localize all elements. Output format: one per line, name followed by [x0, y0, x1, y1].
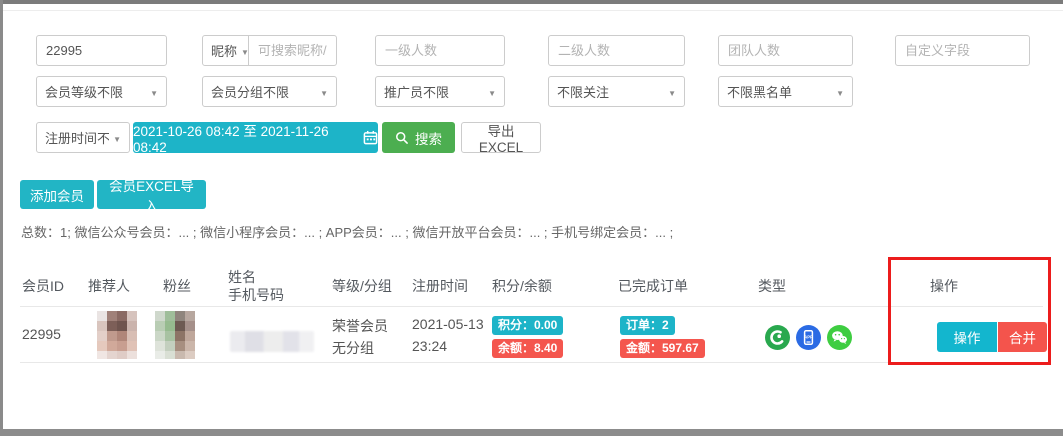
- blacklist-select[interactable]: 不限黑名单: [718, 76, 853, 107]
- cell-reg-date: 2021-05-13: [412, 316, 484, 332]
- col-header-referrer: 推荐人: [88, 276, 130, 296]
- chevron-down-icon: [150, 84, 158, 99]
- search-icon: [395, 131, 409, 145]
- window-frame-bottom: [0, 429, 1063, 436]
- col-header-type: 类型: [758, 276, 786, 296]
- col-header-fans: 粉丝: [163, 276, 191, 296]
- date-range-picker[interactable]: 2021-10-26 08:42 至 2021-11-26 08:42: [133, 122, 378, 153]
- team-count-input[interactable]: [718, 35, 853, 66]
- amount-badge: 金额：597.67: [620, 339, 705, 358]
- window-frame-top: [0, 0, 1063, 4]
- reg-time-value: 注册时间不限: [45, 128, 109, 147]
- date-range-value: 2021-10-26 08:42 至 2021-11-26 08:42: [133, 120, 356, 155]
- name-phone-redacted: [230, 331, 314, 352]
- divider: [3, 10, 1063, 11]
- points-badge: 积分：0.00: [492, 316, 563, 335]
- reg-time-select[interactable]: 注册时间不限: [36, 122, 130, 153]
- member-level-value: 会员等级不限: [45, 82, 123, 101]
- promoter-select[interactable]: 推广员不限: [375, 76, 505, 107]
- chevron-down-icon: [320, 84, 328, 99]
- col-header-member-id: 会员ID: [22, 276, 64, 296]
- follow-select[interactable]: 不限关注: [548, 76, 685, 107]
- custom-field-input[interactable]: [895, 35, 1030, 66]
- add-member-label: 添加会员: [30, 185, 84, 205]
- cell-member-id: 22995: [22, 326, 61, 342]
- summary-line: 总数：1; 微信公众号会员：... ; 微信小程序会员：... ; APP会员：…: [21, 222, 673, 241]
- balance-badge: 余额：8.40: [492, 339, 563, 358]
- col-header-name: 姓名: [228, 267, 256, 287]
- chevron-down-icon: [113, 130, 121, 145]
- member-admin-page: 昵称 会员等级不限 会员分组不限 推广员不限 不限关注 不限黑名单 注册时间不限…: [0, 0, 1063, 436]
- wechat-official-account-icon: [765, 325, 790, 350]
- col-header-operation: 操作: [930, 276, 958, 296]
- svg-text:APP: APP: [804, 334, 813, 339]
- add-member-button[interactable]: 添加会员: [20, 180, 94, 209]
- chevron-down-icon: [488, 84, 496, 99]
- col-header-reg-time: 注册时间: [412, 276, 468, 296]
- member-group-select[interactable]: 会员分组不限: [202, 76, 337, 107]
- export-excel-button[interactable]: 导出 EXCEL: [461, 122, 541, 153]
- col-header-orders: 已完成订单: [618, 276, 688, 296]
- app-icon: APP: [796, 325, 821, 350]
- col-header-phone: 手机号码: [228, 285, 284, 305]
- col-header-level-group: 等级/分组: [332, 276, 392, 296]
- member-group-value: 会员分组不限: [211, 82, 289, 101]
- nickname-search-input[interactable]: [248, 35, 337, 66]
- blacklist-value: 不限黑名单: [727, 82, 792, 101]
- calendar-icon: [363, 130, 378, 145]
- search-button[interactable]: 搜索: [382, 122, 455, 153]
- cell-reg-clock: 23:24: [412, 338, 447, 354]
- col-header-points-balance: 积分/余额: [492, 276, 552, 296]
- import-excel-button[interactable]: 会员EXCEL导入: [97, 180, 206, 209]
- level2-count-input[interactable]: [548, 35, 685, 66]
- wechat-icon: [827, 325, 852, 350]
- cell-group: 无分组: [332, 338, 374, 358]
- member-id-input[interactable]: [36, 35, 167, 66]
- row-divider: [20, 362, 1043, 363]
- follow-value: 不限关注: [557, 82, 609, 101]
- search-button-label: 搜索: [415, 128, 442, 148]
- operate-button[interactable]: 操作: [937, 322, 997, 352]
- cell-level: 荣誉会员: [332, 316, 388, 336]
- window-frame-left: [0, 0, 3, 436]
- merge-button[interactable]: 合并: [998, 322, 1047, 352]
- referrer-avatar: [97, 311, 137, 359]
- level1-count-input[interactable]: [375, 35, 505, 66]
- nickname-type-select[interactable]: 昵称: [202, 35, 249, 66]
- import-excel-label: 会员EXCEL导入: [103, 175, 200, 215]
- chevron-down-icon: [836, 84, 844, 99]
- chevron-down-icon: [668, 84, 676, 99]
- nickname-type-label: 昵称: [211, 41, 237, 60]
- header-divider: [20, 306, 1043, 307]
- member-level-select[interactable]: 会员等级不限: [36, 76, 167, 107]
- export-excel-label: 导出 EXCEL: [468, 120, 534, 155]
- orders-badge: 订单：2: [620, 316, 675, 335]
- promoter-value: 推广员不限: [384, 82, 449, 101]
- fans-avatar: [155, 311, 195, 359]
